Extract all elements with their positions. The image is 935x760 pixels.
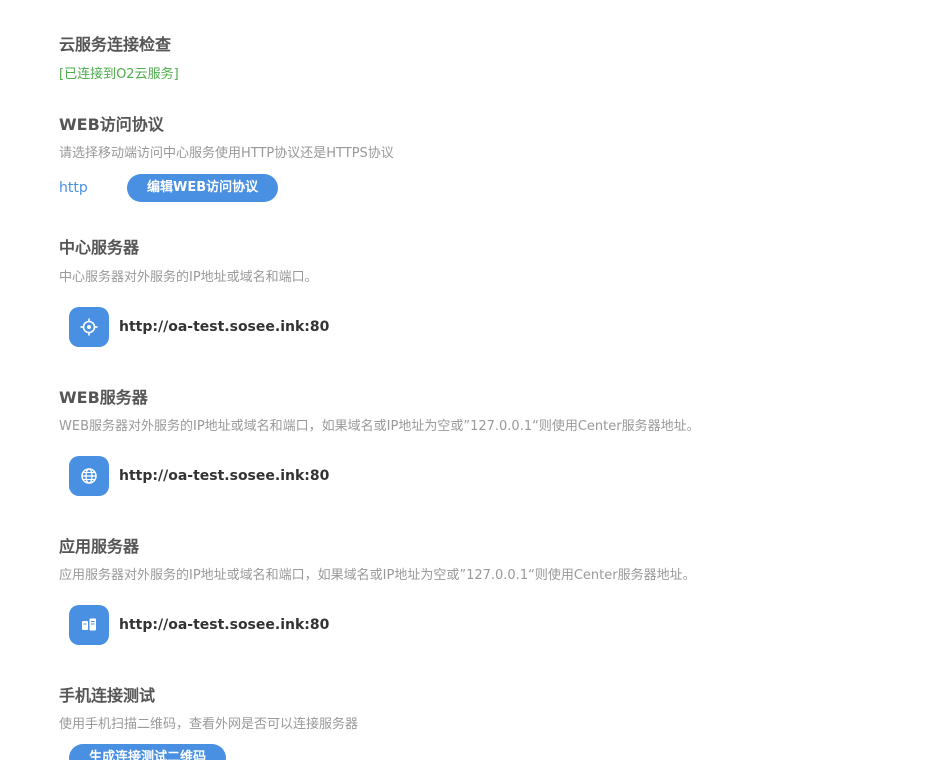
- app-server-description: 应用服务器对外服务的IP地址或域名和端口，如果域名或IP地址为空或”127.0.…: [59, 568, 696, 583]
- target-icon: [69, 307, 109, 347]
- web-protocol-title: WEB访问协议: [59, 115, 164, 134]
- web-server-address: http://oa-test.sosee.ink:80: [119, 468, 330, 484]
- globe-icon: [69, 456, 109, 496]
- server-icon: [69, 605, 109, 645]
- center-server-description: 中心服务器对外服务的IP地址或域名和端口。: [59, 270, 318, 285]
- web-protocol-description: 请选择移动端访问中心服务使用HTTP协议还是HTTPS协议: [59, 146, 394, 161]
- app-server-title: 应用服务器: [59, 537, 140, 556]
- center-server-title: 中心服务器: [59, 238, 140, 257]
- cloud-check-title: 云服务连接检查: [59, 35, 172, 54]
- web-server-title: WEB服务器: [59, 388, 148, 407]
- center-server-row: http://oa-test.sosee.ink:80: [69, 307, 329, 347]
- web-server-row: http://oa-test.sosee.ink:80: [69, 456, 329, 496]
- edit-web-protocol-button[interactable]: 编辑WEB访问协议: [127, 174, 279, 202]
- app-server-address: http://oa-test.sosee.ink:80: [119, 617, 330, 633]
- cloud-connection-status: [已连接到O2云服务]: [59, 67, 179, 82]
- app-server-row: http://oa-test.sosee.ink:80: [69, 605, 329, 645]
- web-protocol-value: http: [59, 180, 88, 196]
- generate-qr-code-button[interactable]: 生成连接测试二维码: [69, 744, 227, 760]
- mobile-test-title: 手机连接测试: [59, 686, 156, 705]
- server-settings-page: 云服务连接检查 [已连接到O2云服务] WEB访问协议 请选择移动端访问中心服务…: [0, 0, 935, 760]
- mobile-test-description: 使用手机扫描二维码，查看外网是否可以连接服务器: [59, 717, 359, 732]
- web-server-description: WEB服务器对外服务的IP地址或域名和端口，如果域名或IP地址为空或”127.0…: [59, 419, 700, 434]
- center-server-address: http://oa-test.sosee.ink:80: [119, 319, 330, 335]
